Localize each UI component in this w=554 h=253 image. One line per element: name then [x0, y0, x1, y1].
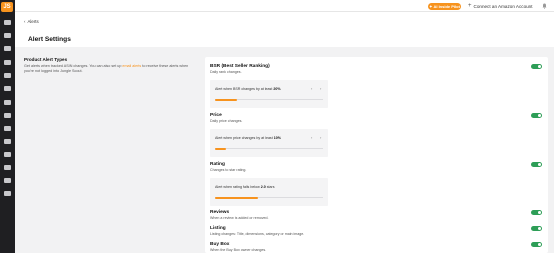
increment-icon[interactable]: ›: [320, 86, 321, 91]
alert-settings-card: BSR (Best Seller Ranking) Daily rank cha…: [205, 57, 548, 253]
increment-icon[interactable]: ›: [320, 135, 321, 140]
alert-title: BSR (Best Seller Ranking): [210, 64, 270, 69]
alert-subtitle: When a review is added or removed.: [210, 216, 269, 220]
slider-fill: [215, 98, 237, 101]
setting-label: Alert when rating falls below: [215, 185, 260, 189]
connect-amazon-button[interactable]: + Connect an Amazon Account: [468, 3, 533, 9]
price-alert: Price Daily price changes.: [210, 113, 242, 123]
setting-label: Alert when price changes by at least: [215, 136, 273, 140]
bell-icon[interactable]: [542, 3, 547, 9]
product-alert-types-intro: Product Alert Types Get alerts when trac…: [24, 57, 199, 74]
connect-amazon-label: Connect an Amazon Account: [473, 3, 533, 9]
alert-subtitle: Daily price changes.: [210, 119, 243, 123]
bsr-alert: BSR (Best Seller Ranking) Daily rank cha…: [210, 64, 270, 74]
back-label: Alerts: [27, 19, 39, 24]
box-icon[interactable]: [4, 33, 11, 38]
rating-setting: Alert when rating falls below 2.0 stars: [210, 178, 328, 206]
rating-slider[interactable]: [215, 196, 323, 199]
alert-title: Listing: [210, 226, 226, 231]
alert-subtitle: Listing changes: Title, dimensions, cate…: [210, 232, 305, 236]
page-title: Alert Settings: [28, 36, 71, 43]
home-icon[interactable]: [4, 20, 11, 25]
description-text: Get alerts when tracked ASIN changes. Yo…: [24, 64, 123, 68]
setting-text: Alert when rating falls below 2.0 stars: [215, 185, 275, 189]
section-description: Get alerts when tracked ASIN changes. Yo…: [24, 64, 196, 74]
bsr-toggle[interactable]: [531, 64, 542, 69]
ai-pilot-label: AI Inside Pilot: [433, 4, 460, 9]
back-link[interactable]: ‹ Alerts: [24, 19, 39, 24]
alert-title: Reviews: [210, 210, 230, 215]
bsr-slider[interactable]: [215, 98, 323, 101]
listing-toggle[interactable]: [531, 226, 542, 231]
alert-subtitle: When the Buy Box owner changes.: [210, 248, 267, 252]
ai-pilot-button[interactable]: ✦ AI Inside Pilot: [428, 3, 461, 10]
alert-subtitle: Daily rank changes.: [210, 70, 242, 74]
alert-title: Rating: [210, 162, 225, 167]
reviews-toggle[interactable]: [531, 210, 542, 215]
page-header: ‹ Alerts Alert Settings: [15, 12, 554, 47]
setting-value: 2.0: [260, 185, 266, 189]
rating-toggle[interactable]: [531, 162, 542, 167]
tracker-icon[interactable]: [4, 46, 11, 51]
setting-suffix: stars: [266, 185, 275, 189]
chevron-left-icon: ‹: [24, 19, 26, 24]
bsr-setting: Alert when BSR changes by at least 20% ‹…: [210, 80, 328, 108]
target-icon[interactable]: [4, 152, 11, 157]
section-title: Product Alert Types: [24, 57, 68, 62]
slider-fill: [215, 196, 259, 199]
list-icon[interactable]: [4, 126, 11, 131]
tag-icon[interactable]: [4, 86, 11, 91]
grid-icon[interactable]: [4, 73, 11, 78]
price-setting: Alert when price changes by at least 10%…: [210, 129, 328, 157]
alert-title: Price: [210, 113, 222, 118]
sparkle-icon: ✦: [429, 4, 433, 9]
layers-icon[interactable]: [4, 165, 11, 170]
sidebar: JS: [0, 0, 15, 253]
listing-alert: Listing Listing changes: Title, dimensio…: [210, 226, 304, 236]
rating-alert: Rating Changes to star rating.: [210, 162, 246, 172]
decrement-icon[interactable]: ‹: [311, 86, 312, 91]
price-slider[interactable]: [215, 147, 323, 150]
jungle-scout-logo[interactable]: JS: [1, 2, 13, 12]
alert-title: Buy Box: [210, 242, 230, 247]
top-bar: ✦ AI Inside Pilot + Connect an Amazon Ac…: [15, 0, 554, 12]
document-icon[interactable]: [4, 139, 11, 144]
chart-icon[interactable]: [4, 113, 11, 118]
reviews-alert: Reviews When a review is added or remove…: [210, 210, 269, 220]
eye-icon[interactable]: [4, 191, 11, 196]
setting-label: Alert when BSR changes by at least: [215, 87, 273, 91]
decrement-icon[interactable]: ‹: [311, 135, 312, 140]
megaphone-icon[interactable]: [4, 100, 11, 105]
setting-text: Alert when price changes by at least 10%: [215, 136, 281, 140]
buybox-toggle[interactable]: [531, 242, 542, 247]
database-icon[interactable]: [4, 178, 11, 183]
setting-text: Alert when BSR changes by at least 20%: [215, 87, 281, 91]
slider-fill: [215, 147, 226, 150]
email-alerts-link[interactable]: email alerts: [122, 64, 141, 68]
buybox-alert: Buy Box When the Buy Box owner changes.: [210, 242, 266, 252]
price-toggle[interactable]: [531, 113, 542, 118]
setting-value: 10%: [273, 136, 281, 140]
alert-subtitle: Changes to star rating.: [210, 168, 247, 172]
search-icon[interactable]: [4, 60, 11, 65]
plus-icon: +: [468, 3, 472, 9]
setting-value: 20%: [273, 87, 281, 91]
